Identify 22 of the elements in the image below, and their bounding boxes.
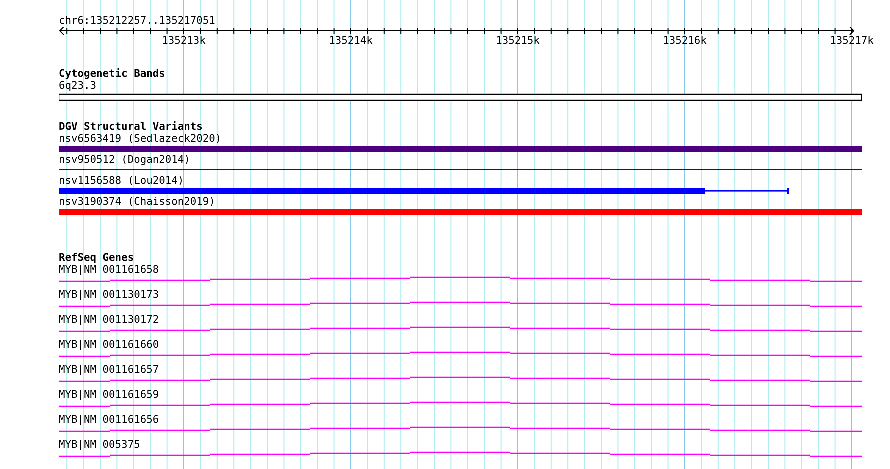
tick-label: 135217k (830, 35, 874, 47)
tick-label: 135215k (496, 35, 540, 47)
tick-label: 135213k (162, 35, 206, 47)
gene-label: MYB|NM_001161657 (59, 364, 160, 376)
variant-label: nsv1156588 (Lou2014) (59, 175, 184, 187)
track-title: RefSeq Genes (59, 252, 134, 264)
location-label: chr6:135212257..135217051 (59, 15, 216, 27)
tick-label: 135216k (663, 35, 707, 47)
variant-label: nsv950512 (Dogan2014) (59, 154, 190, 166)
gene-label: MYB|NM_005375 (59, 439, 140, 451)
track-title: DGV Structural Variants (59, 121, 203, 133)
gene-label: MYB|NM_001161659 (59, 389, 160, 401)
gene-label: MYB|NM_001130172 (59, 314, 160, 326)
gene-label: MYB|NM_001161660 (59, 339, 160, 351)
gene-label: MYB|NM_001130173 (59, 289, 160, 301)
tick-label: 135214k (329, 35, 373, 47)
track-title: Cytogenetic Bands (59, 68, 166, 80)
variant-label: nsv3190374 (Chaisson2019) (59, 196, 216, 208)
variant-label: nsv6563419 (Sedlazeck2020) (59, 133, 222, 145)
gene-label: MYB|NM_001161656 (59, 414, 160, 426)
gene-label: MYB|NM_001161658 (59, 264, 160, 276)
band-label: 6q23.3 (59, 80, 97, 92)
